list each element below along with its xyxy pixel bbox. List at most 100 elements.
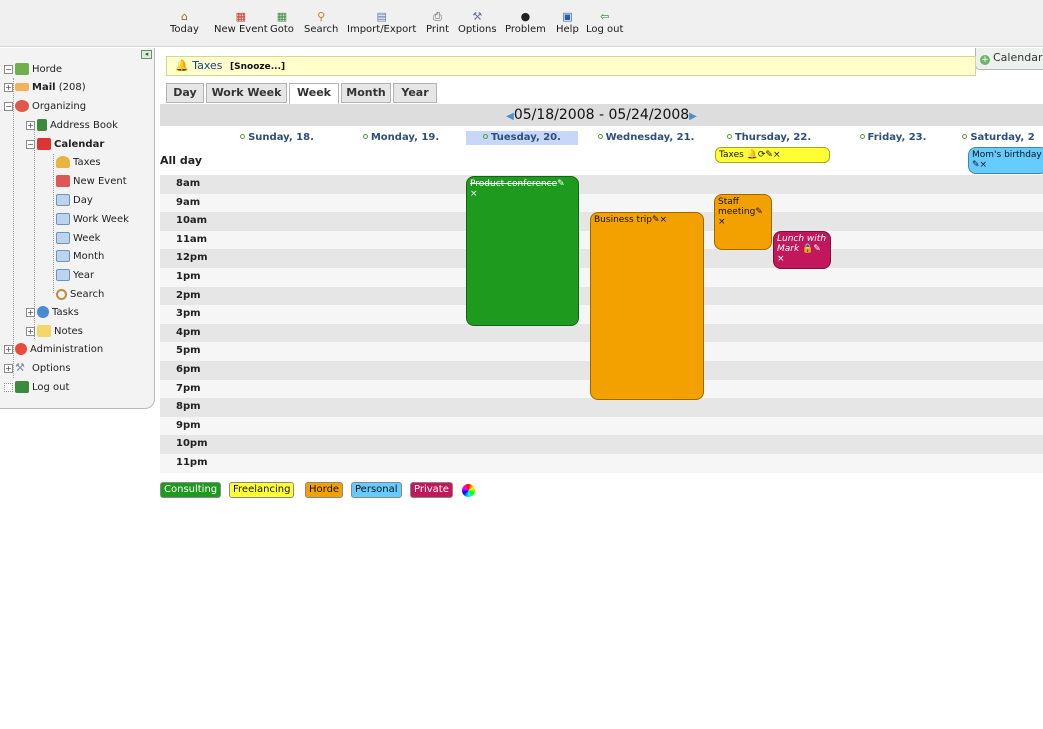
tree-guide <box>53 154 54 293</box>
new-event-dot-icon[interactable] <box>240 134 246 139</box>
tree-collapse-icon[interactable]: − <box>26 139 35 149</box>
event-moms-birthday[interactable]: Mom's birthday ✎× <box>968 147 1043 174</box>
options-button[interactable]: ⚒ Options <box>458 10 497 42</box>
tab-week[interactable]: Week <box>289 83 339 104</box>
sidebar-item-week[interactable]: Week <box>56 231 100 247</box>
hour-row[interactable]: 9pm <box>160 416 1043 436</box>
sidebar-item-year[interactable]: Year <box>56 268 94 284</box>
new-event-button[interactable]: ▦ New Event <box>214 10 268 42</box>
legend-private[interactable]: Private <box>410 482 453 498</box>
tab-month[interactable]: Month <box>341 83 391 103</box>
sidebar-item-notes[interactable]: + Notes <box>26 324 83 340</box>
legend-personal[interactable]: Personal <box>351 482 402 498</box>
next-week-icon[interactable]: ▶ <box>689 111 697 122</box>
help-button[interactable]: ▣ Help <box>556 10 579 42</box>
snooze-link[interactable]: [Snooze...] <box>230 62 285 72</box>
day-header-tuesday[interactable]: Tuesday, 20. <box>466 131 578 145</box>
alarm-notification: 🔔 Taxes [Snooze...] <box>166 56 976 76</box>
search-button[interactable]: ⚲ Search <box>304 10 338 42</box>
legend-horde[interactable]: Horde <box>305 482 344 498</box>
sidebar-item-address-book[interactable]: + Address Book <box>26 118 118 134</box>
today-button[interactable]: ⌂ Today <box>170 10 199 42</box>
sidebar-item-administration[interactable]: + Administration <box>4 342 103 358</box>
tab-day[interactable]: Day <box>166 83 204 103</box>
tree-expand-icon[interactable]: + <box>26 307 35 317</box>
logout-button[interactable]: ⇦ Log out <box>586 10 623 42</box>
sidebar-item-mail[interactable]: + Mail (208) <box>4 80 86 96</box>
alarm-title[interactable]: Taxes <box>192 59 222 72</box>
sidebar: ◂ − Horde + Mail (208) − Organizing + Addres… <box>0 48 155 409</box>
sidebar-item-new-event[interactable]: New Event <box>56 174 127 190</box>
tree-expand-icon[interactable]: + <box>4 82 13 92</box>
day-header-sunday[interactable]: Sunday, 18. <box>222 131 332 145</box>
tree-expand-icon[interactable]: + <box>26 326 35 336</box>
date-range-header: ◀05/18/2008 - 05/24/2008▶ <box>160 104 1043 126</box>
sidebar-item-taxes[interactable]: Taxes <box>56 155 101 171</box>
import-export-button[interactable]: ▤ Import/Export <box>347 10 416 42</box>
event-taxes[interactable]: Taxes 🔔⟳✎× <box>715 147 830 163</box>
event-business-trip[interactable]: Business trip✎× <box>590 212 704 400</box>
tree-collapse-icon[interactable]: − <box>4 101 13 111</box>
logout-icon <box>15 381 29 393</box>
tab-year[interactable]: Year <box>393 83 437 103</box>
legend-freelancing[interactable]: Freelancing <box>229 482 295 498</box>
logout-icon: ⇦ <box>600 10 610 23</box>
print-button[interactable]: ⎙ Print <box>426 10 449 42</box>
new-event-dot-icon[interactable] <box>362 134 368 139</box>
day-header-thursday[interactable]: Thursday, 22. <box>714 131 824 145</box>
horde-icon <box>15 63 29 75</box>
legend-consulting[interactable]: Consulting <box>160 482 222 498</box>
tree-expand-icon[interactable]: + <box>4 363 13 373</box>
sidebar-item-tasks[interactable]: + Tasks <box>26 305 79 321</box>
bell-icon: 🔔 <box>175 59 189 72</box>
hour-row[interactable]: 9am <box>160 193 1043 213</box>
day-header-friday[interactable]: Friday, 23. <box>838 131 948 145</box>
new-event-dot-icon[interactable] <box>859 134 865 139</box>
collapse-sidebar-icon[interactable]: ◂ <box>141 50 152 59</box>
new-event-dot-icon[interactable] <box>597 134 603 139</box>
sidebar-item-day[interactable]: Day <box>56 193 93 209</box>
notes-icon <box>37 325 51 337</box>
sidebar-item-logout[interactable]: Log out <box>4 380 69 396</box>
sidebar-item-month[interactable]: Month <box>56 249 104 265</box>
date-range: 05/18/2008 - 05/24/2008 <box>513 107 690 123</box>
top-toolbar: ⌂ Today ▦ New Event ▦ Goto ⚲ Search ▤ Im… <box>0 0 1043 47</box>
new-calendar-button[interactable]: + Calendar <box>975 48 1043 70</box>
work-week-view-icon <box>56 213 70 225</box>
problem-button[interactable]: ● Problem <box>505 10 546 42</box>
sidebar-item-work-week[interactable]: Work Week <box>56 212 129 228</box>
tree-expand-icon[interactable]: + <box>4 344 13 354</box>
event-staff-meeting[interactable]: Staff meeting✎ × <box>714 194 772 250</box>
color-wheel-icon[interactable] <box>462 484 475 497</box>
sidebar-item-organizing[interactable]: − Organizing <box>4 99 86 115</box>
event-action-icons[interactable]: ✎× <box>972 160 987 170</box>
day-header-wednesday[interactable]: Wednesday, 21. <box>590 131 702 145</box>
day-header-saturday[interactable]: Saturday, 2 <box>954 131 1043 145</box>
sidebar-item-horde[interactable]: − Horde <box>4 62 62 78</box>
hour-row[interactable]: 8am <box>160 175 1043 194</box>
import-export-icon: ▤ <box>376 10 387 23</box>
event-lunch-with-mark[interactable]: Lunch with Mark 🔒✎ × <box>773 231 831 269</box>
organizing-icon <box>15 100 29 112</box>
hour-row[interactable]: 11pm <box>160 454 1043 473</box>
hour-row[interactable]: 10pm <box>160 435 1043 454</box>
goto-button[interactable]: ▦ Goto <box>270 10 294 42</box>
sidebar-item-search[interactable]: Search <box>56 287 104 303</box>
bell-icon <box>56 156 70 168</box>
address-book-icon <box>37 119 47 131</box>
new-event-dot-icon[interactable] <box>483 134 489 139</box>
day-header-monday[interactable]: Monday, 19. <box>346 131 456 145</box>
hour-row[interactable]: 8pm <box>160 398 1043 417</box>
tree-collapse-icon[interactable]: − <box>4 64 13 74</box>
sidebar-item-options[interactable]: + ⚒ Options <box>4 361 71 377</box>
tree-expand-icon[interactable]: + <box>26 120 35 130</box>
new-event-dot-icon[interactable] <box>726 134 732 139</box>
event-action-icons[interactable]: 🔔⟳✎× <box>747 150 781 160</box>
event-product-conference[interactable]: Product conference✎ × <box>466 176 579 326</box>
previous-week-icon[interactable]: ◀ <box>506 111 514 122</box>
tab-work-week[interactable]: Work Week <box>206 83 287 103</box>
new-event-dot-icon[interactable] <box>962 134 968 139</box>
new-event-icon <box>56 175 70 187</box>
event-action-icons[interactable]: ✎× <box>652 215 667 225</box>
sidebar-item-calendar[interactable]: − Calendar <box>26 137 104 153</box>
